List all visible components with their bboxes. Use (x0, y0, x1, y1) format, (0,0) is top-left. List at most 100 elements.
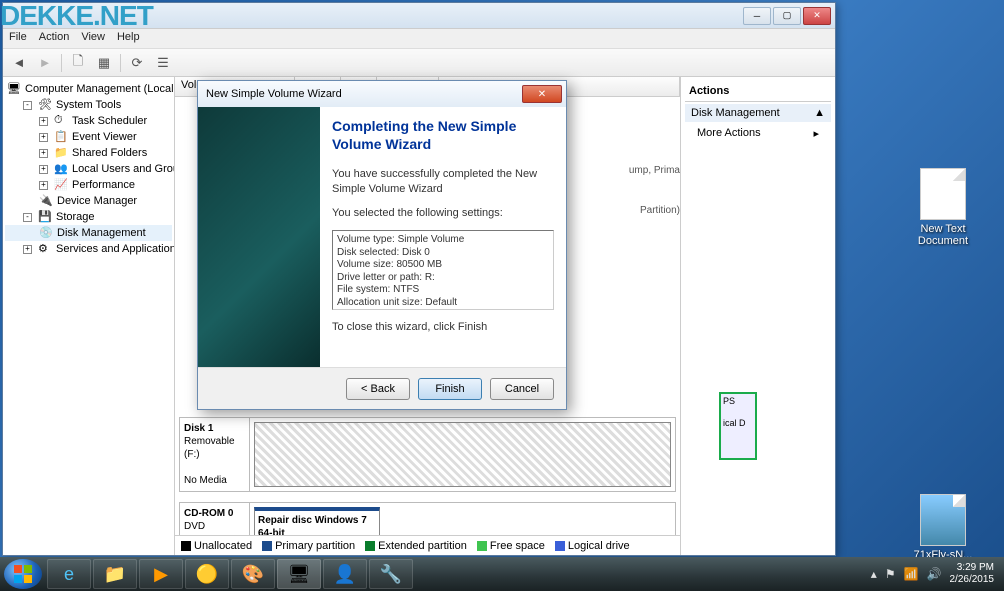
volume-icon[interactable]: 🔊 (927, 567, 942, 581)
cdrom-block[interactable]: CD-ROM 0 DVD 165 MB Online Repair disc W… (179, 502, 676, 535)
windows-logo-icon (13, 564, 33, 584)
tree-system-tools[interactable]: -🛠System Tools (5, 97, 172, 113)
clock[interactable]: 3:29 PM 2/26/2015 (950, 562, 995, 586)
collapse-icon[interactable]: - (23, 101, 32, 110)
legend-extended-swatch (365, 541, 375, 551)
back-button[interactable]: < Back (346, 378, 410, 400)
new-simple-volume-wizard: New Simple Volume Wizard ✕ Completing th… (197, 80, 567, 410)
desktop-icon-text-doc[interactable]: New Text Document (908, 168, 978, 247)
tree-event-viewer[interactable]: +📋Event Viewer (5, 129, 172, 145)
row-fragment: ump, Prima (629, 165, 680, 176)
collapse-icon[interactable]: - (23, 213, 32, 222)
taskbar-app[interactable]: 👤 (323, 559, 367, 589)
taskbar-explorer[interactable]: 📁 (93, 559, 137, 589)
setting-row: Allocation unit size: Default (337, 297, 549, 310)
legend-logical-swatch (555, 541, 565, 551)
start-button[interactable] (4, 559, 42, 589)
partition-fragment[interactable]: PS ical D (719, 392, 757, 460)
expand-icon[interactable]: + (23, 245, 32, 254)
tree-shared-folders[interactable]: +📁Shared Folders (5, 145, 172, 161)
tree-device-manager[interactable]: 🔌Device Manager (5, 193, 172, 209)
app-icon: 🔧 (380, 564, 402, 585)
folder-icon: 📁 (54, 146, 68, 160)
paint-icon: 🎨 (242, 564, 264, 585)
maximize-button[interactable]: ▢ (773, 7, 801, 25)
taskbar-app2[interactable]: 🔧 (369, 559, 413, 589)
expand-icon[interactable]: + (39, 133, 48, 142)
close-button[interactable]: ✕ (803, 7, 831, 25)
minimize-button[interactable]: ─ (743, 7, 771, 25)
taskbar-mgmt[interactable]: 🖥 (277, 559, 321, 589)
actions-pane: Actions Disk Management▲ More Actions▸ (681, 77, 835, 555)
cdrom-partition[interactable]: Repair disc Windows 7 64-bit 165 MB UDF … (254, 507, 380, 535)
row-fragment: Partition) (640, 205, 680, 216)
tree-services[interactable]: +⚙Services and Applications (5, 241, 172, 257)
tree-disk-management[interactable]: 💿Disk Management (5, 225, 172, 241)
event-icon: 📋 (54, 130, 68, 144)
toolbar-button[interactable]: 🗋 (68, 53, 88, 73)
tray-chevron-icon[interactable]: ▴ (871, 567, 877, 581)
tree-performance[interactable]: +📈Performance (5, 177, 172, 193)
menu-view[interactable]: View (81, 31, 105, 46)
network-icon[interactable]: 📶 (904, 567, 919, 581)
tree-local-users[interactable]: +👥Local Users and Groups (5, 161, 172, 177)
disk1-block[interactable]: Disk 1 Removable (F:) No Media (179, 417, 676, 492)
taskbar-chrome[interactable]: 🟡 (185, 559, 229, 589)
expand-icon[interactable]: + (39, 165, 48, 174)
wizard-success-text: You have successfully completed the New … (332, 167, 554, 196)
toolbar-button[interactable]: ☰ (153, 53, 173, 73)
setting-row: File system: NTFS (337, 284, 549, 297)
menu-help[interactable]: Help (117, 31, 140, 46)
toolbar-button[interactable]: ▦ (94, 53, 114, 73)
navigation-tree: 🖥Computer Management (Local -🛠System Too… (3, 77, 175, 555)
more-actions[interactable]: More Actions▸ (685, 124, 831, 143)
expand-icon[interactable]: + (39, 181, 48, 190)
menu-action[interactable]: Action (39, 31, 70, 46)
tree-task-scheduler[interactable]: +⏱Task Scheduler (5, 113, 172, 129)
taskbar-ie[interactable]: e (47, 559, 91, 589)
wizard-button-row: < Back Finish Cancel (198, 367, 566, 409)
desktop-icon-label: New Text Document (908, 223, 978, 247)
actions-header: Actions (685, 81, 831, 102)
back-button[interactable]: ◄ (9, 53, 29, 73)
forward-button[interactable]: ► (35, 53, 55, 73)
ie-icon: e (64, 564, 74, 585)
watermark-logo: DEKKE.NET (0, 0, 153, 32)
legend-primary-swatch (262, 541, 272, 551)
legend-unallocated-swatch (181, 541, 191, 551)
wizard-settings-list[interactable]: Volume type: Simple Volume Disk selected… (332, 230, 554, 310)
perf-icon: 📈 (54, 178, 68, 192)
storage-icon: 💾 (38, 210, 52, 224)
image-icon (920, 494, 966, 546)
menubar: File Action View Help (3, 29, 835, 49)
wizard-close-hint: To close this wizard, click Finish (332, 320, 554, 334)
setting-row: Volume size: 80500 MB (337, 259, 549, 272)
finish-button[interactable]: Finish (418, 378, 482, 400)
desktop-icon-image[interactable]: 71xFly-sN... (908, 494, 978, 561)
wizard-close-button[interactable]: ✕ (522, 85, 562, 103)
menu-file[interactable]: File (9, 31, 27, 46)
tree-storage[interactable]: -💾Storage (5, 209, 172, 225)
chevron-right-icon: ▸ (813, 127, 819, 140)
disk1-info: Disk 1 Removable (F:) No Media (180, 418, 250, 491)
taskbar-media[interactable]: ▶ (139, 559, 183, 589)
setting-row: Volume type: Simple Volume (337, 234, 549, 247)
setting-row: Volume label: Recovery (337, 309, 549, 310)
taskbar: e 📁 ▶ 🟡 🎨 🖥 👤 🔧 ▴ ⚑ 📶 🔊 3:29 PM 2/26/201… (0, 557, 1004, 591)
wizard-titlebar[interactable]: New Simple Volume Wizard ✕ (198, 81, 566, 107)
wizard-content: Completing the New Simple Volume Wizard … (320, 107, 566, 367)
refresh-button[interactable]: ⟳ (127, 53, 147, 73)
wizard-selected-label: You selected the following settings: (332, 206, 554, 220)
expand-icon[interactable]: + (39, 117, 48, 126)
legend-free-swatch (477, 541, 487, 551)
taskbar-paint[interactable]: 🎨 (231, 559, 275, 589)
cancel-button[interactable]: Cancel (490, 378, 554, 400)
media-icon: ▶ (154, 564, 168, 585)
actions-section[interactable]: Disk Management▲ (685, 104, 831, 122)
disk1-empty[interactable] (254, 422, 671, 487)
folder-icon: 📁 (104, 564, 126, 585)
tree-root[interactable]: 🖥Computer Management (Local (5, 81, 172, 97)
expand-icon[interactable]: + (39, 149, 48, 158)
flag-icon[interactable]: ⚑ (885, 567, 896, 581)
cdrom-info: CD-ROM 0 DVD 165 MB Online (180, 503, 250, 535)
